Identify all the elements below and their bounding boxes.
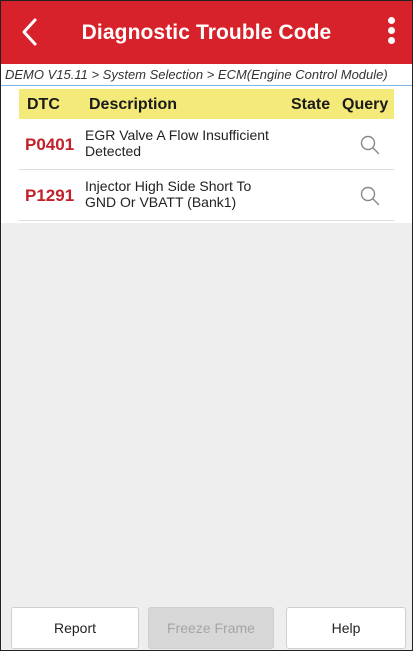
- more-options-button[interactable]: [384, 15, 398, 49]
- bottom-action-bar: Report Freeze Frame Help: [1, 603, 412, 650]
- search-icon[interactable]: [359, 185, 381, 207]
- dtc-description: Injector High Side Short To GND Or VBATT…: [85, 178, 252, 210]
- table-row[interactable]: P0401 EGR Valve A Flow Insufficient Dete…: [19, 119, 394, 170]
- page-title: Diagnostic Trouble Code: [81, 21, 332, 44]
- report-button[interactable]: Report: [11, 607, 139, 649]
- dtc-code: P0401: [25, 135, 75, 154]
- empty-list-area: [1, 223, 412, 603]
- more-vertical-icon: [387, 17, 395, 24]
- table-row[interactable]: P1291 Injector High Side Short To GND Or…: [19, 170, 394, 221]
- column-header-dtc: DTC: [27, 96, 60, 113]
- column-header-state: State: [291, 96, 331, 113]
- column-header-description: Description: [89, 96, 178, 113]
- breadcrumb: DEMO V15.11 > System Selection > ECM(Eng…: [1, 64, 412, 86]
- app-frame: Diagnostic Trouble Code DEMO V15.11 > Sy…: [0, 0, 413, 651]
- freeze-frame-button[interactable]: Freeze Frame: [148, 607, 274, 649]
- help-button[interactable]: Help: [286, 607, 406, 649]
- column-header-query: Query: [342, 96, 389, 113]
- table-header: DTC Description State Query: [19, 89, 394, 119]
- search-icon[interactable]: [359, 134, 381, 156]
- dtc-table: DTC Description State Query P0401 EGR Va…: [19, 89, 394, 221]
- top-app-bar: Diagnostic Trouble Code: [1, 1, 412, 64]
- dtc-code: P1291: [25, 186, 75, 205]
- dtc-description: EGR Valve A Flow Insufficient Detected: [85, 127, 269, 159]
